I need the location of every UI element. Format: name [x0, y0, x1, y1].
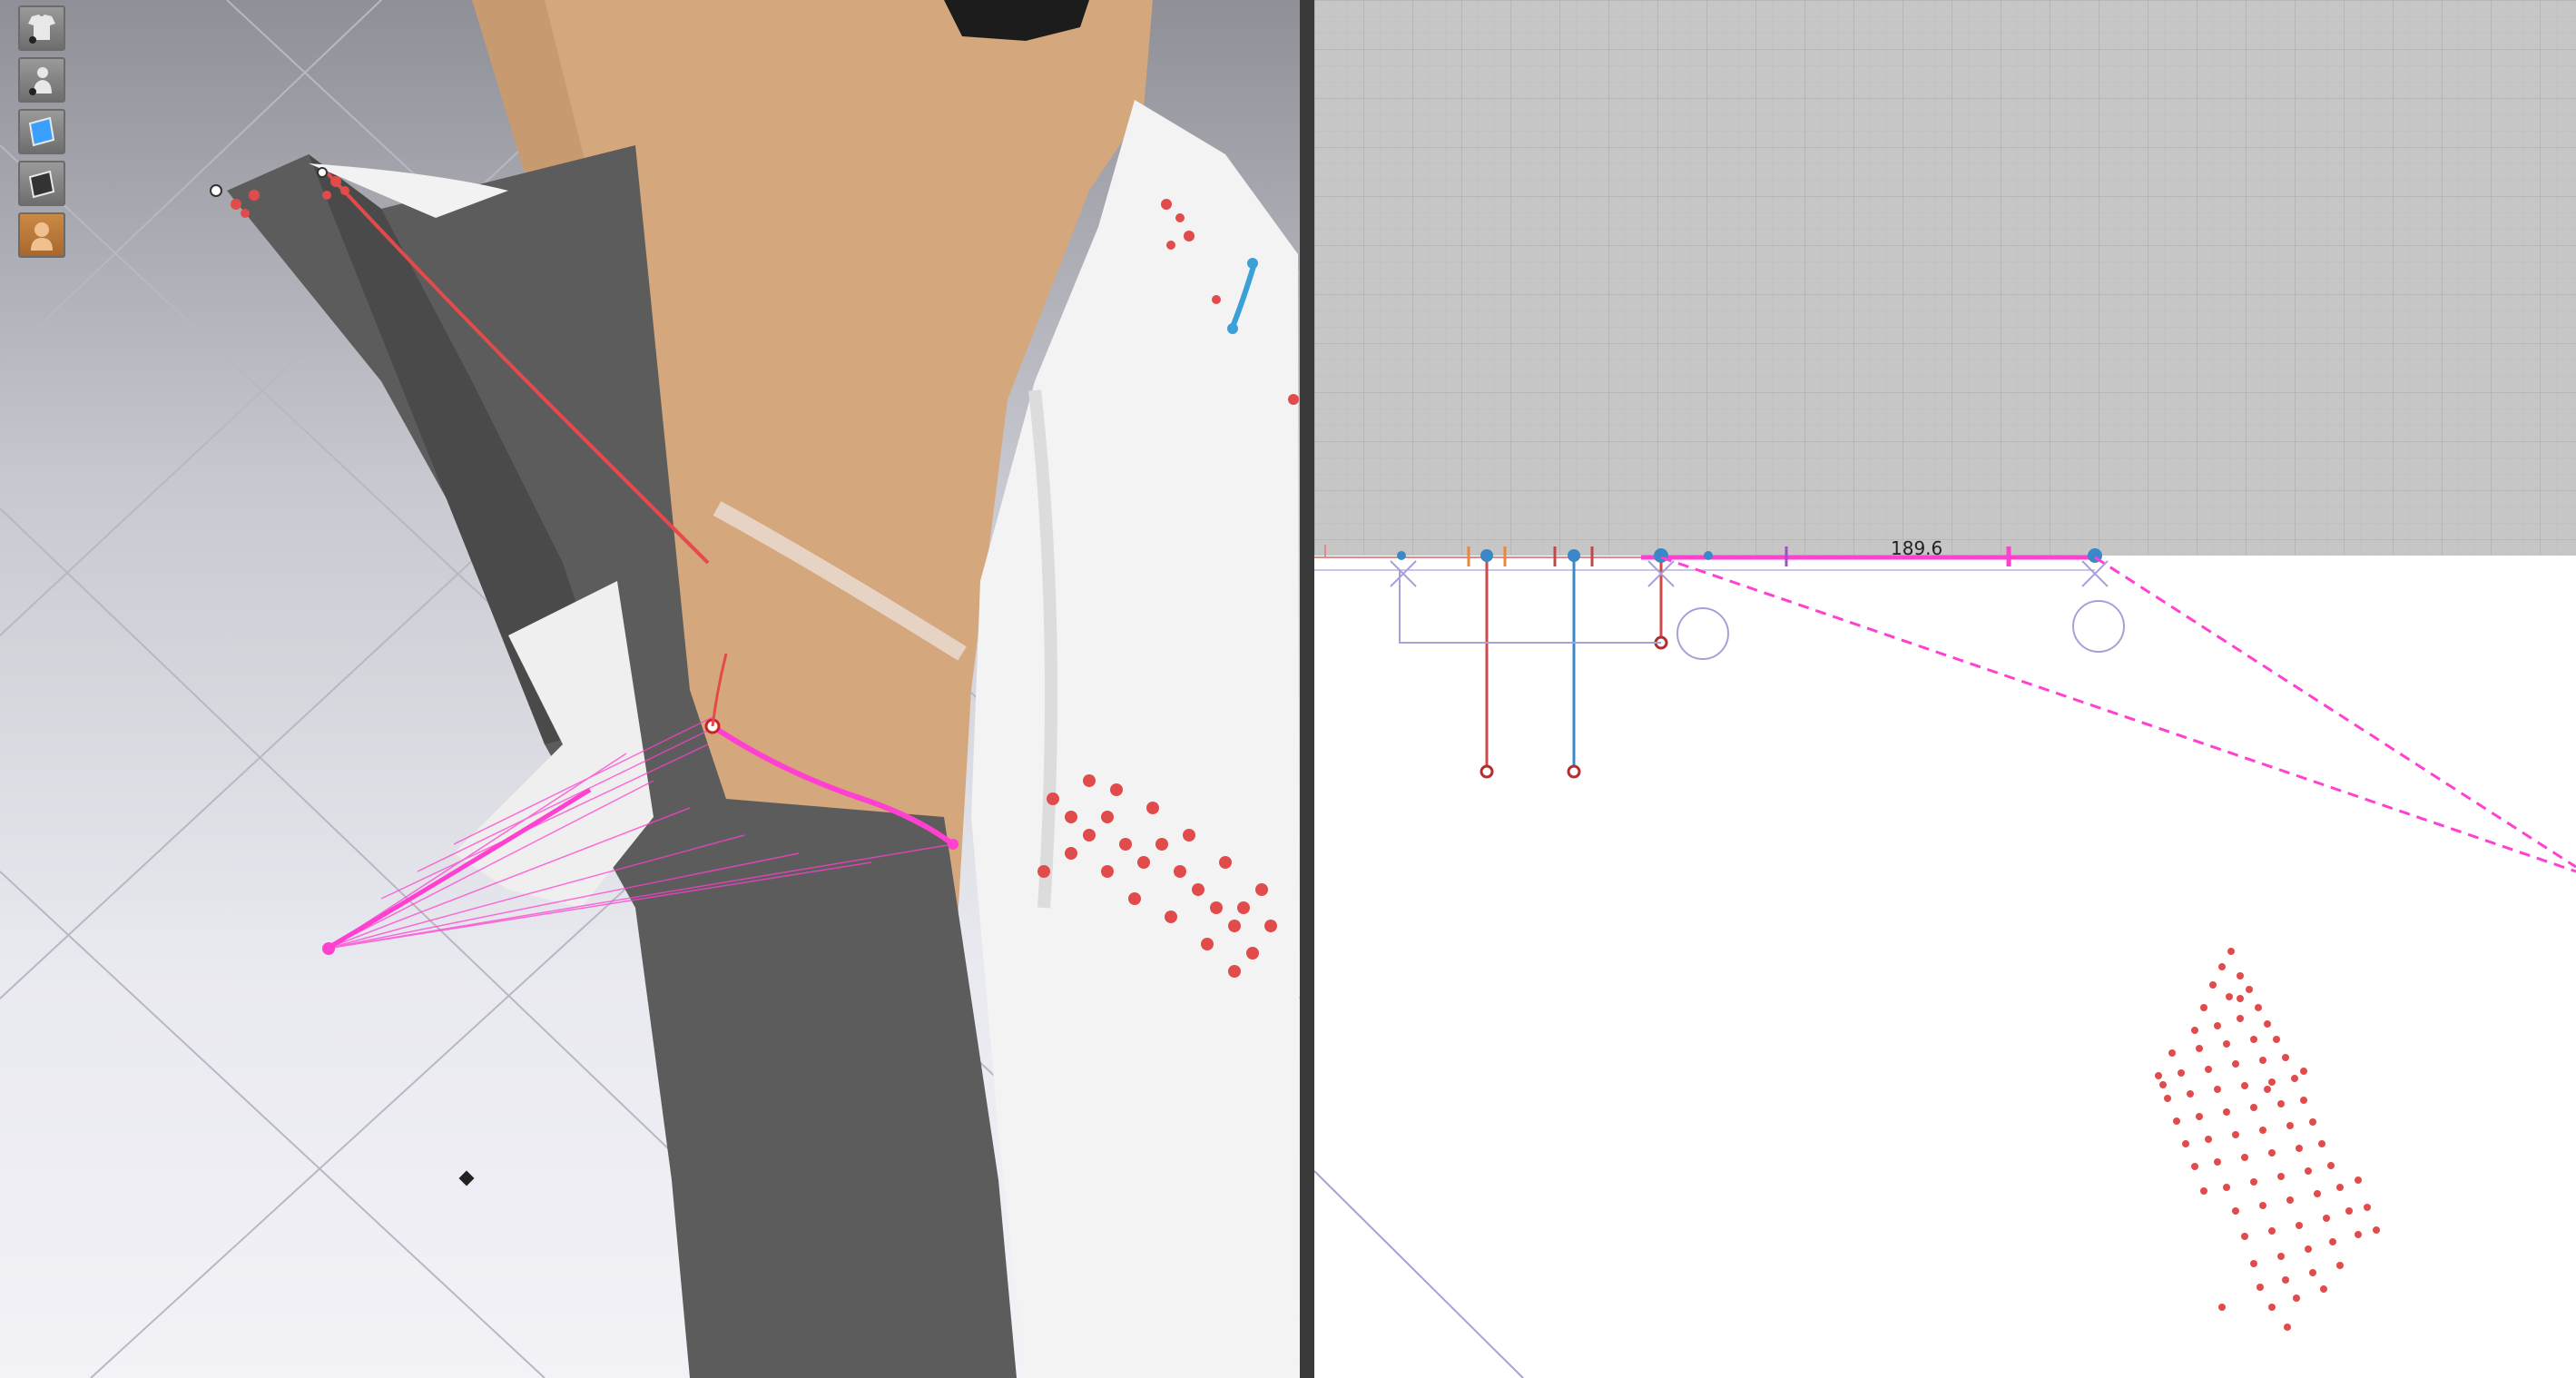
surface-view-icon [28, 170, 55, 199]
3d-viewport[interactable] [0, 0, 1300, 1378]
pin-point[interactable] [317, 167, 328, 178]
pin-handle[interactable] [1480, 764, 1494, 779]
garment-visibility-icon [28, 15, 55, 44]
pattern-outline [1314, 1170, 1524, 1378]
viewport-divider[interactable] [1300, 0, 1314, 1378]
pivot-marker [458, 1170, 475, 1186]
seam-point[interactable] [948, 839, 959, 850]
2d-pattern-window[interactable]: 189.6 [1314, 0, 2576, 1378]
sewing-link [1660, 556, 2576, 873]
seam-point[interactable] [1227, 323, 1238, 334]
seam-point[interactable] [322, 942, 335, 955]
pin-handle[interactable] [1567, 764, 1581, 779]
avatar-visibility-icon [29, 67, 52, 95]
avatar-display-icon [31, 222, 53, 251]
3d-view-toolbar [18, 5, 69, 264]
selection-box [1399, 570, 1661, 644]
surface-view-button[interactable] [18, 161, 65, 206]
texture-view-button[interactable] [18, 109, 65, 154]
texture-view-icon [28, 116, 55, 147]
rotate-handle[interactable] [2072, 600, 2125, 653]
avatar-display-button[interactable] [18, 212, 65, 258]
seam-point[interactable] [1247, 258, 1258, 269]
grid-lines [1314, 0, 2576, 556]
rotate-handle[interactable] [1676, 607, 1729, 660]
segment-length-label: 189.6 [1891, 537, 1943, 559]
pin-cloud [2155, 948, 2380, 1331]
2d-pattern-canvas[interactable] [1314, 0, 2576, 1378]
sewing-link [2094, 556, 2576, 869]
garment-visibility-button[interactable] [18, 5, 65, 51]
avatar-visibility-button[interactable] [18, 57, 65, 103]
3d-scene[interactable] [0, 0, 1300, 1378]
pin-point[interactable] [210, 184, 222, 197]
cross-markers [1390, 560, 2109, 587]
